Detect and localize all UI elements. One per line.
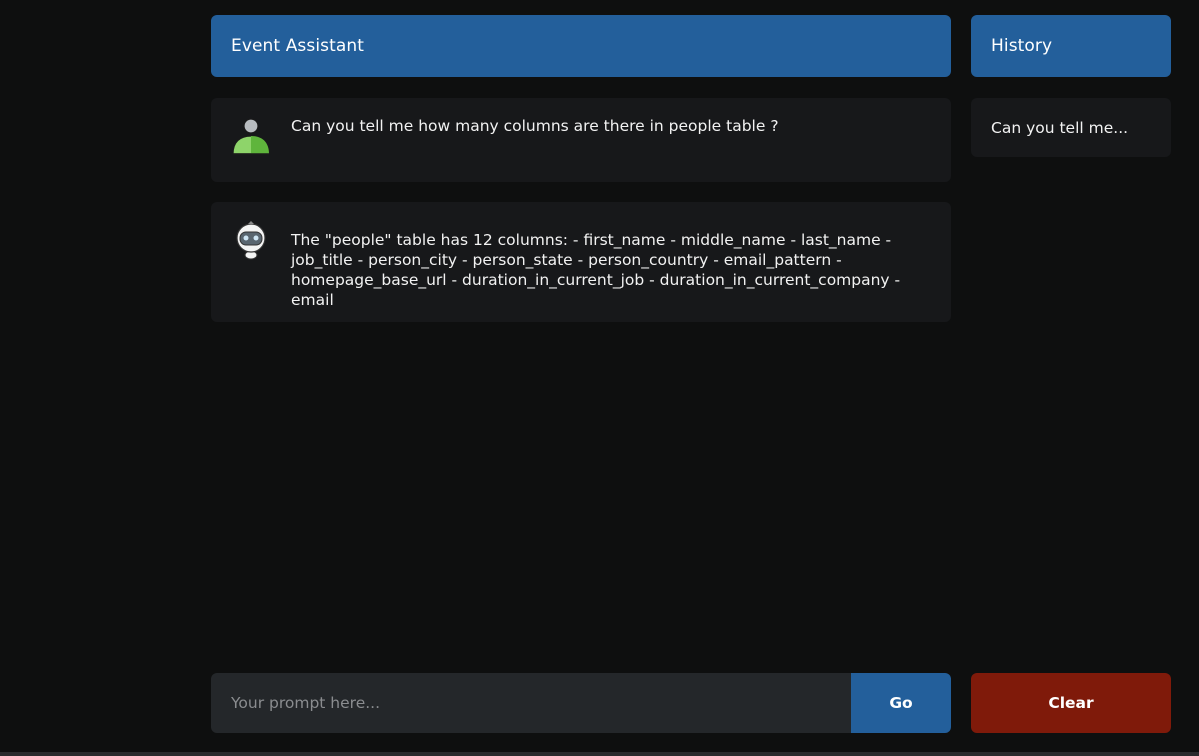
user-message-text: Can you tell me how many columns are the… [291,117,779,135]
robot-avatar-icon [231,220,271,260]
user-message: Can you tell me how many columns are the… [211,98,951,182]
prompt-bar: Go [211,673,951,733]
chat-header: Event Assistant [211,15,951,77]
go-button[interactable]: Go [851,673,951,733]
assistant-message-text: The "people" table has 12 columns: - fir… [291,231,901,309]
app-root: Event Assistant History Can you tell me … [0,0,1199,756]
history-item[interactable]: Can you tell me... [971,98,1171,157]
chat-title: Event Assistant [231,36,365,56]
prompt-input[interactable] [211,673,851,733]
user-avatar-icon [231,116,271,156]
bottom-divider [0,752,1199,756]
clear-button[interactable]: Clear [971,673,1171,733]
history-item-label: Can you tell me... [991,118,1129,137]
assistant-message: The "people" table has 12 columns: - fir… [211,202,951,322]
history-title: History [991,36,1053,56]
history-header: History [971,15,1171,77]
